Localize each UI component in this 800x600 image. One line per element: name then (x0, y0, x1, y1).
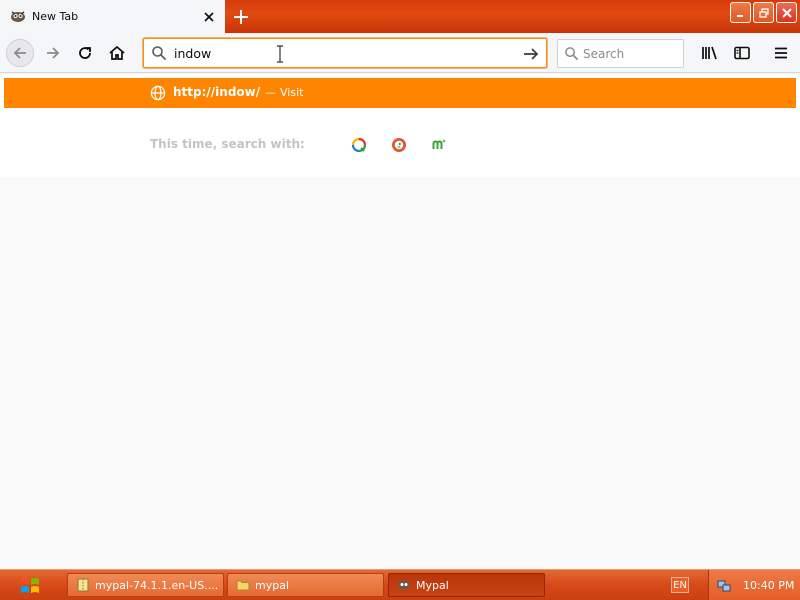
restore-button[interactable] (753, 2, 774, 23)
language-indicator[interactable]: EN (671, 577, 689, 593)
navigation-toolbar (0, 33, 800, 73)
archive-icon (77, 578, 89, 592)
search-engine-3-button[interactable] (430, 136, 448, 154)
menu-button[interactable] (767, 39, 795, 67)
one-off-search-label: This time, search with: (150, 137, 305, 151)
library-icon (702, 46, 717, 60)
searchbar-search-icon (564, 46, 579, 61)
windows-logo-icon (21, 577, 39, 593)
new-tab-button[interactable] (228, 4, 254, 30)
search-bar[interactable] (557, 39, 684, 68)
window-controls (730, 2, 797, 23)
task-label: mypal-74.1.1.en-US.... (95, 578, 219, 592)
urlbar-dropdown: http://indow/ — Visit This time, search … (0, 74, 800, 177)
url-input[interactable] (174, 45, 504, 61)
url-bar[interactable] (143, 38, 547, 68)
taskbar-item-folder[interactable]: mypal (227, 573, 384, 597)
task-label: mypal (255, 578, 290, 592)
plus-icon (234, 10, 248, 24)
close-icon (781, 7, 792, 18)
forward-button[interactable] (39, 39, 67, 67)
close-button[interactable] (776, 2, 797, 23)
hamburger-menu-icon (775, 47, 787, 59)
mypal-favicon-icon (11, 10, 25, 22)
back-button[interactable] (6, 39, 34, 67)
task-label: Mypal (416, 578, 449, 592)
folder-icon (236, 580, 250, 591)
minimize-button[interactable] (730, 2, 751, 23)
autocomplete-result-row[interactable]: http://indow/ — Visit (4, 78, 796, 108)
text-cursor-icon (277, 45, 283, 63)
result-action-visit: Visit (280, 86, 304, 99)
go-arrow-icon (524, 48, 539, 60)
taskbar-item-installer[interactable]: mypal-74.1.1.en-US.... (67, 573, 224, 597)
minimize-icon (736, 14, 743, 17)
search-engine-1-button[interactable] (350, 136, 368, 154)
engine-3-icon (432, 139, 446, 149)
sidebar-button[interactable] (728, 39, 756, 67)
search-engine-duckduckgo-button[interactable] (390, 136, 408, 154)
search-input[interactable] (583, 46, 678, 61)
taskbar: mypal-74.1.1.en-US.... mypal Mypal EN 10… (0, 569, 800, 600)
system-tray: 10:40 PM (708, 570, 800, 600)
start-button[interactable] (0, 570, 62, 600)
go-button[interactable] (520, 43, 542, 65)
library-button[interactable] (696, 39, 724, 67)
home-icon (109, 45, 125, 60)
restore-icon (758, 7, 769, 18)
page-content (0, 177, 800, 569)
taskbar-item-browser[interactable]: Mypal (388, 573, 545, 597)
tab-close-icon[interactable] (197, 5, 221, 29)
sidebar-icon (734, 46, 750, 60)
search-icon (150, 44, 168, 62)
engine-1-icon (351, 137, 367, 153)
back-arrow-icon (13, 47, 26, 59)
reload-button[interactable] (71, 39, 99, 67)
tab-new-tab[interactable]: New Tab (0, 0, 225, 33)
duckduckgo-icon (392, 138, 406, 152)
forward-arrow-icon (47, 47, 60, 59)
title-bar: New Tab (0, 0, 800, 33)
clock[interactable]: 10:40 PM (743, 579, 794, 592)
network-icon[interactable] (717, 579, 731, 593)
tab-title: New Tab (32, 10, 79, 23)
result-url: http://indow/ (173, 85, 261, 99)
mypal-icon (398, 580, 410, 590)
globe-icon (150, 85, 166, 101)
result-separator: — (265, 86, 276, 99)
home-button[interactable] (103, 39, 131, 67)
reload-icon (79, 47, 91, 59)
